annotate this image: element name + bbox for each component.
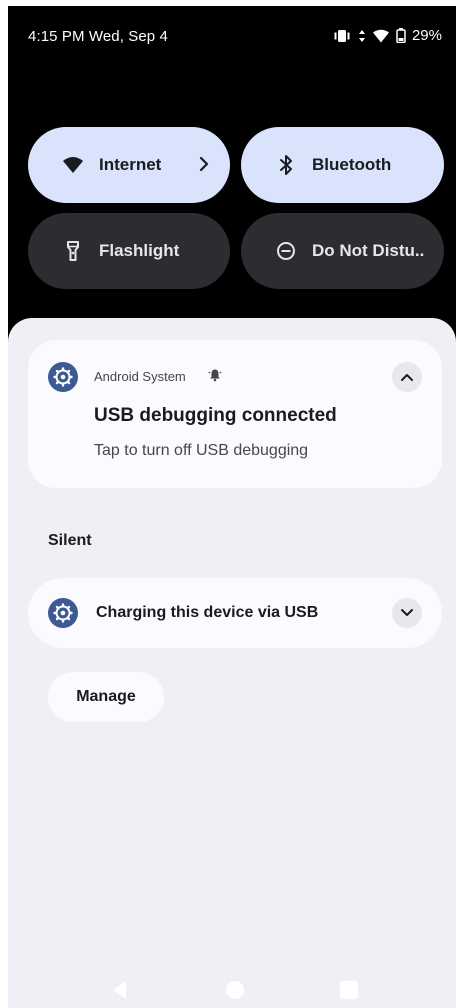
- tile-internet[interactable]: Internet: [28, 127, 230, 203]
- wifi-icon: [372, 29, 390, 43]
- back-icon[interactable]: [110, 979, 128, 1006]
- collapse-button[interactable]: [392, 362, 422, 392]
- settings-gear-icon: [48, 362, 78, 392]
- tile-bluetooth[interactable]: Bluetooth: [241, 127, 444, 203]
- notification-title: Charging this device via USB: [96, 604, 319, 621]
- notification-text: Tap to turn off USB debugging: [94, 442, 309, 459]
- do-not-disturb-icon: [275, 240, 297, 262]
- manage-button[interactable]: Manage: [48, 672, 164, 722]
- battery-percent: 29%: [411, 27, 442, 44]
- phone-screen: 4:15 PM Wed, Sep 4 29% Internet Bluetoot…: [8, 6, 456, 1008]
- chevron-up-icon: [401, 374, 413, 381]
- tile-label: Bluetooth: [312, 155, 392, 174]
- settings-gear-icon: [48, 598, 78, 628]
- status-icons: 29%: [332, 27, 442, 44]
- battery-icon: [396, 28, 406, 43]
- wifi-icon: [62, 154, 84, 176]
- vibrate-icon: [332, 29, 352, 43]
- notification-usb-debugging[interactable]: Android System USB debugging connected T…: [28, 340, 442, 488]
- tile-do-not-disturb[interactable]: Do Not Distu..: [241, 213, 444, 289]
- notification-shade: Android System USB debugging connected T…: [8, 318, 456, 1008]
- tile-label: Do Not Distu..: [312, 241, 425, 260]
- expand-button[interactable]: [392, 598, 422, 628]
- chevron-right-icon: [198, 154, 210, 179]
- data-arrows-icon: [358, 29, 366, 43]
- app-name: Android System: [94, 369, 186, 384]
- status-time: 4:15 PM Wed, Sep 4: [28, 28, 168, 45]
- bell-icon: [208, 368, 222, 387]
- recents-icon[interactable]: [340, 981, 358, 999]
- notification-charging-usb[interactable]: Charging this device via USB: [28, 578, 442, 648]
- bluetooth-icon: [275, 154, 297, 176]
- status-bar: 4:15 PM Wed, Sep 4 29%: [8, 6, 456, 64]
- tile-label: Flashlight: [99, 241, 180, 260]
- tile-label: Internet: [99, 155, 162, 174]
- chevron-down-icon: [401, 609, 413, 616]
- silent-section-label: Silent: [48, 532, 92, 549]
- flashlight-icon: [62, 240, 84, 262]
- notification-title: USB debugging connected: [94, 405, 337, 426]
- navigation-bar: [8, 970, 456, 1008]
- tile-flashlight[interactable]: Flashlight: [28, 213, 230, 289]
- home-icon[interactable]: [226, 981, 244, 999]
